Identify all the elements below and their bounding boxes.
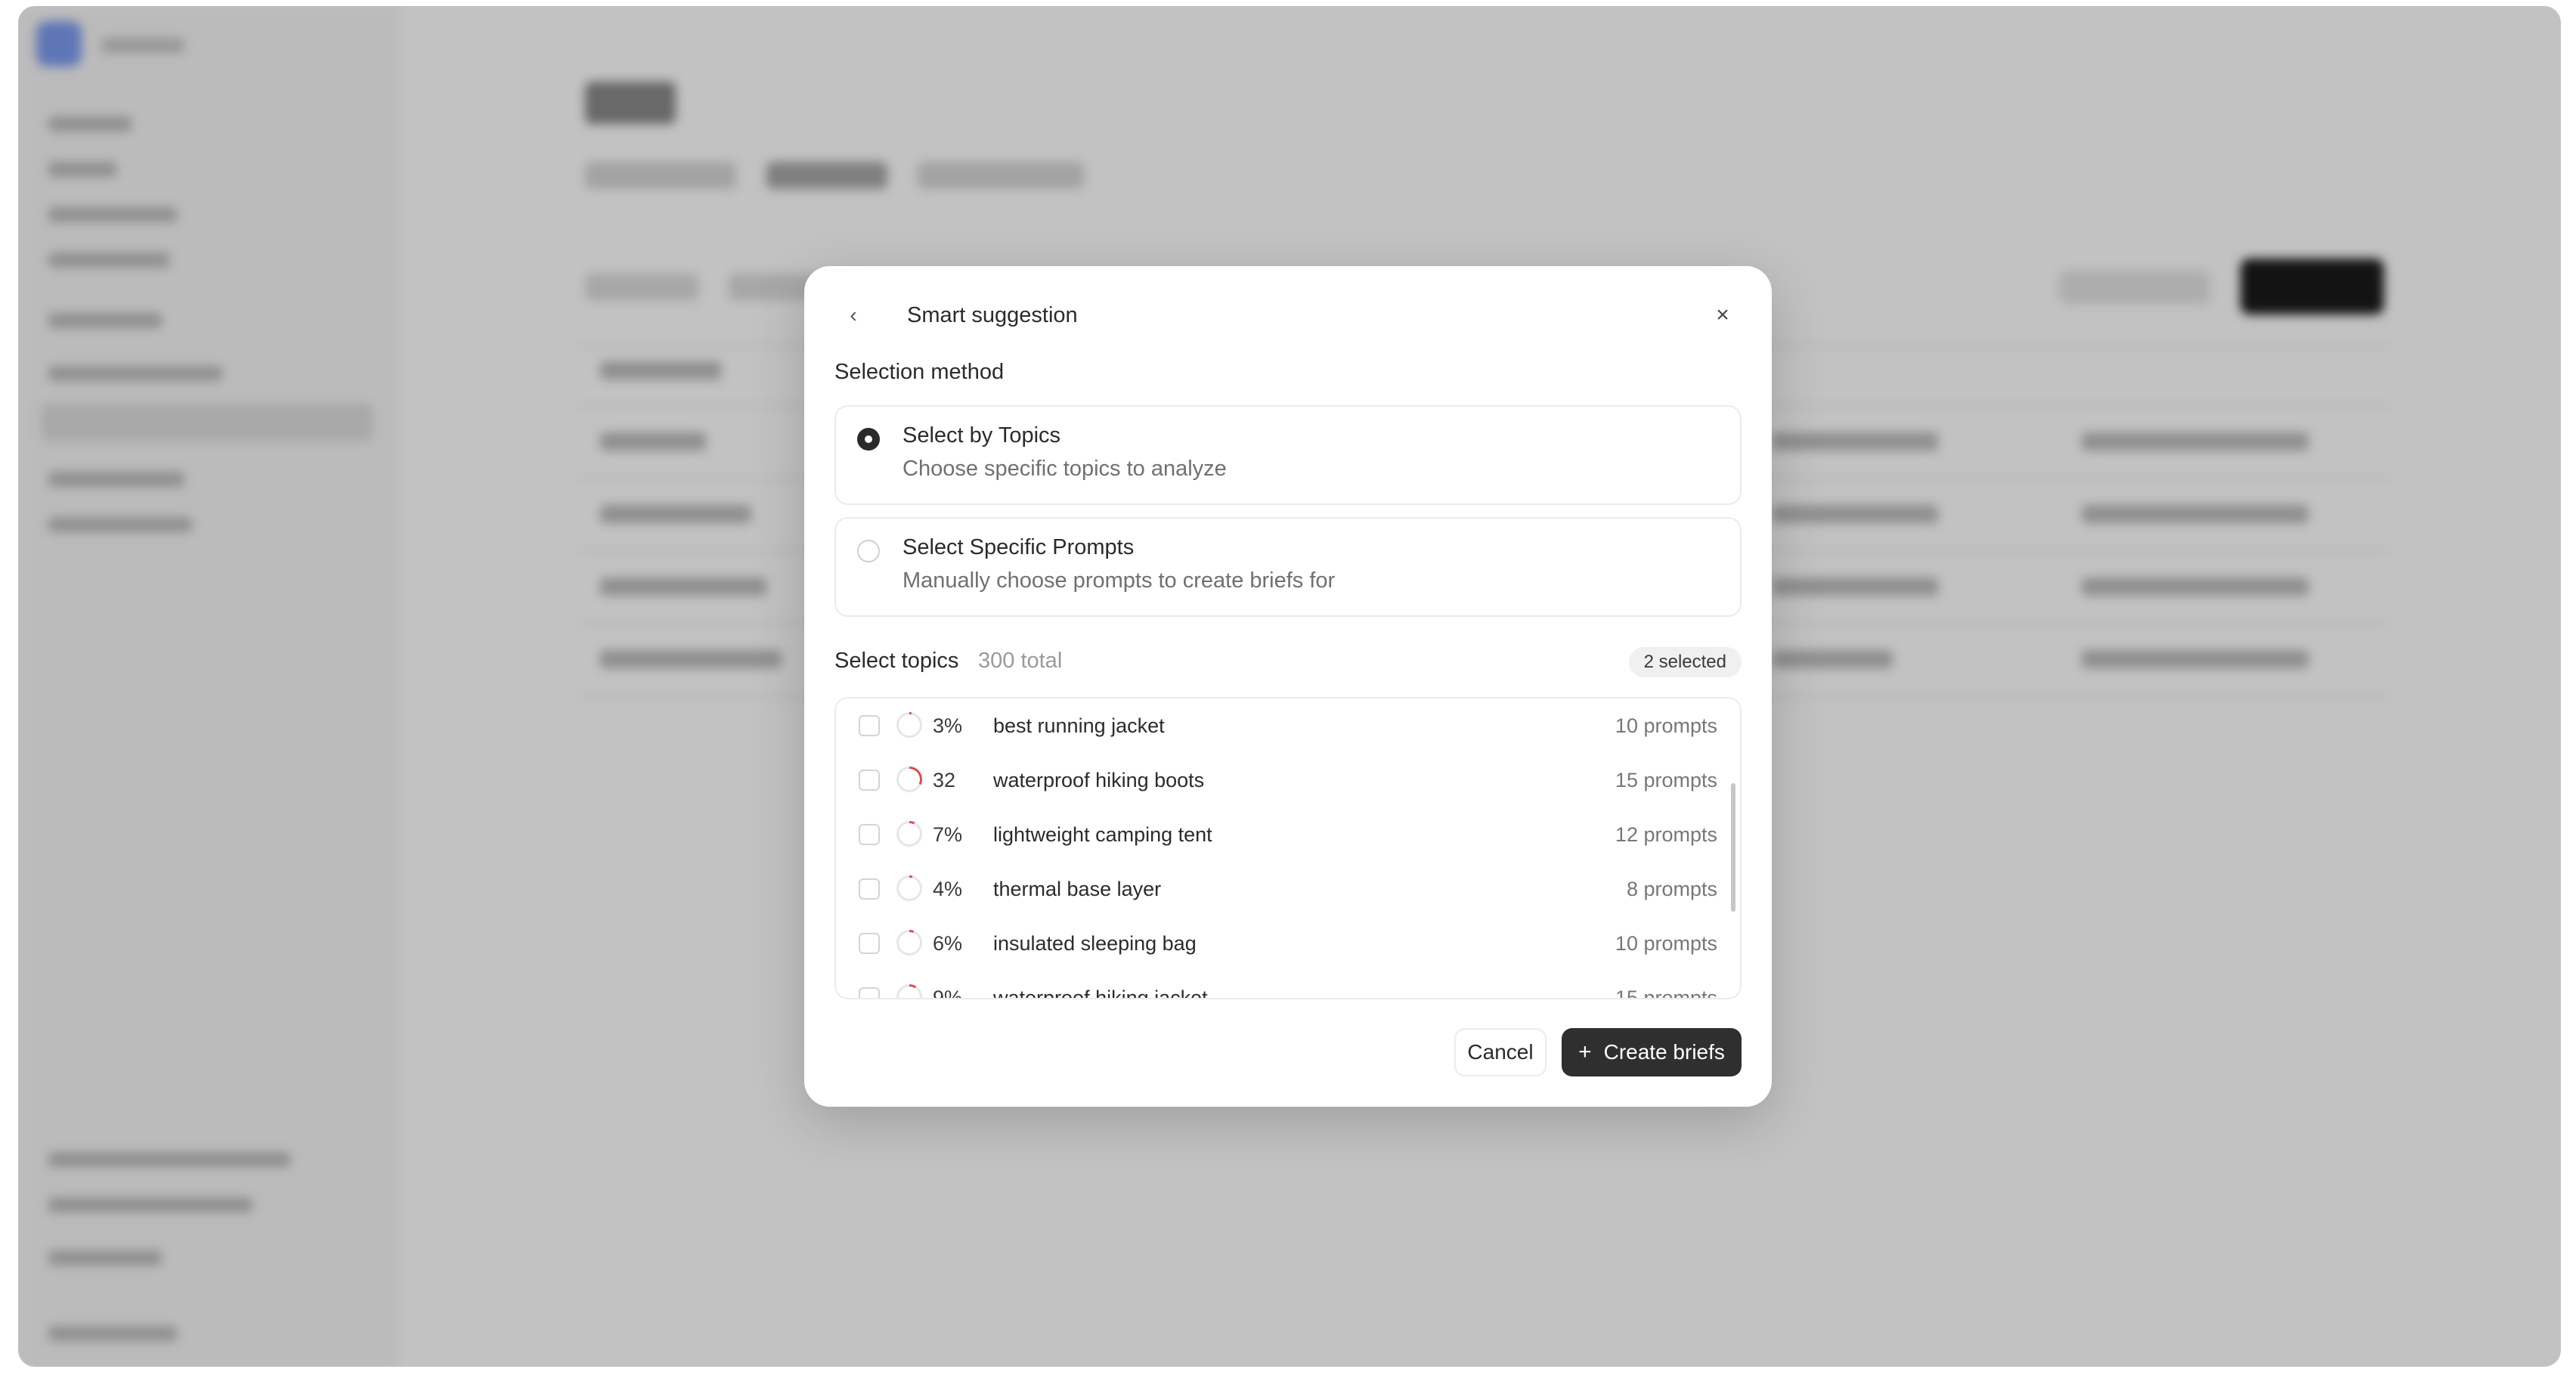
option-select-by-topics[interactable]: Select by Topics Choose specific topics … [834,405,1742,505]
select-topics-label: Select topics [834,649,959,673]
topic-checkbox[interactable] [859,770,880,791]
topic-row[interactable]: 9% waterproof hiking jacket 15 prompts [836,971,1740,999]
close-icon: × [1716,302,1729,327]
selected-count-badge: 2 selected [1628,647,1742,677]
topics-total-count: 300 total [978,649,1063,673]
topic-name: best running jacket [993,714,1165,737]
topic-checkbox[interactable] [859,933,880,954]
progress-ring-icon [896,712,922,738]
option-select-specific-prompts[interactable]: Select Specific Prompts Manually choose … [834,517,1742,617]
option-title: Select by Topics [903,423,1061,448]
topic-name: insulated sleeping bag [993,932,1197,955]
topic-checkbox[interactable] [859,878,880,900]
topic-prompt-count: 15 prompts [1615,769,1717,791]
plus-icon: + [1578,1039,1592,1064]
progress-ring-icon [896,875,922,901]
create-briefs-button[interactable]: + Create briefs [1562,1028,1742,1076]
topic-row[interactable]: 7% lightweight camping tent 12 prompts [836,807,1740,862]
topic-score: 9% [933,987,963,999]
topic-prompt-count: 15 prompts [1615,987,1717,999]
progress-ring-icon [896,821,922,847]
progress-ring-icon [896,984,922,998]
topic-score: 6% [933,932,963,955]
topic-row[interactable]: 32 waterproof hiking boots 15 prompts [836,753,1740,807]
topic-name: thermal base layer [993,878,1162,900]
back-button[interactable]: ‹ [834,296,872,334]
progress-ring-icon [896,930,922,956]
dialog-header: ‹ Smart suggestion × [834,296,1742,334]
topic-score: 32 [933,769,956,791]
option-title: Select Specific Prompts [903,535,1135,559]
topic-prompt-count: 10 prompts [1615,932,1717,955]
radio-select-by-topics[interactable] [857,428,880,451]
selection-method-label: Selection method [834,360,1005,384]
option-description: Manually choose prompts to create briefs… [903,568,1336,593]
topic-row[interactable]: 6% insulated sleeping bag 10 prompts [836,916,1740,971]
topic-prompt-count: 12 prompts [1615,823,1717,846]
topic-name: waterproof hiking boots [993,769,1205,791]
topic-checkbox[interactable] [859,987,880,998]
topic-checkbox[interactable] [859,715,880,736]
topic-list[interactable]: 3% best running jacket 10 prompts 32 waterpr… [834,697,1742,999]
dialog-title: Smart suggestion [907,303,1078,327]
radio-select-specific-prompts[interactable] [857,540,880,562]
topic-row[interactable]: 3% best running jacket 10 prompts [836,698,1740,753]
topic-score: 3% [933,714,963,737]
topic-row[interactable]: 4% thermal base layer 8 prompts [836,862,1740,916]
topic-prompt-count: 8 prompts [1626,878,1717,900]
create-briefs-label: Create briefs [1603,1040,1725,1064]
smart-suggestion-dialog: ‹ Smart suggestion × Selection method Se… [804,266,1772,1107]
topic-score: 4% [933,878,963,900]
topic-name: lightweight camping tent [993,823,1212,846]
topic-prompt-count: 10 prompts [1615,714,1717,737]
topic-checkbox[interactable] [859,824,880,845]
topic-score: 7% [933,823,963,846]
chevron-left-icon: ‹ [850,303,857,327]
close-button[interactable]: × [1704,296,1742,334]
cancel-button[interactable]: Cancel [1454,1028,1547,1076]
topic-list-scrollbar[interactable] [1731,783,1735,912]
progress-ring-icon [896,767,922,792]
topic-name: waterproof hiking jacket [993,987,1208,999]
option-description: Choose specific topics to analyze [903,457,1227,481]
